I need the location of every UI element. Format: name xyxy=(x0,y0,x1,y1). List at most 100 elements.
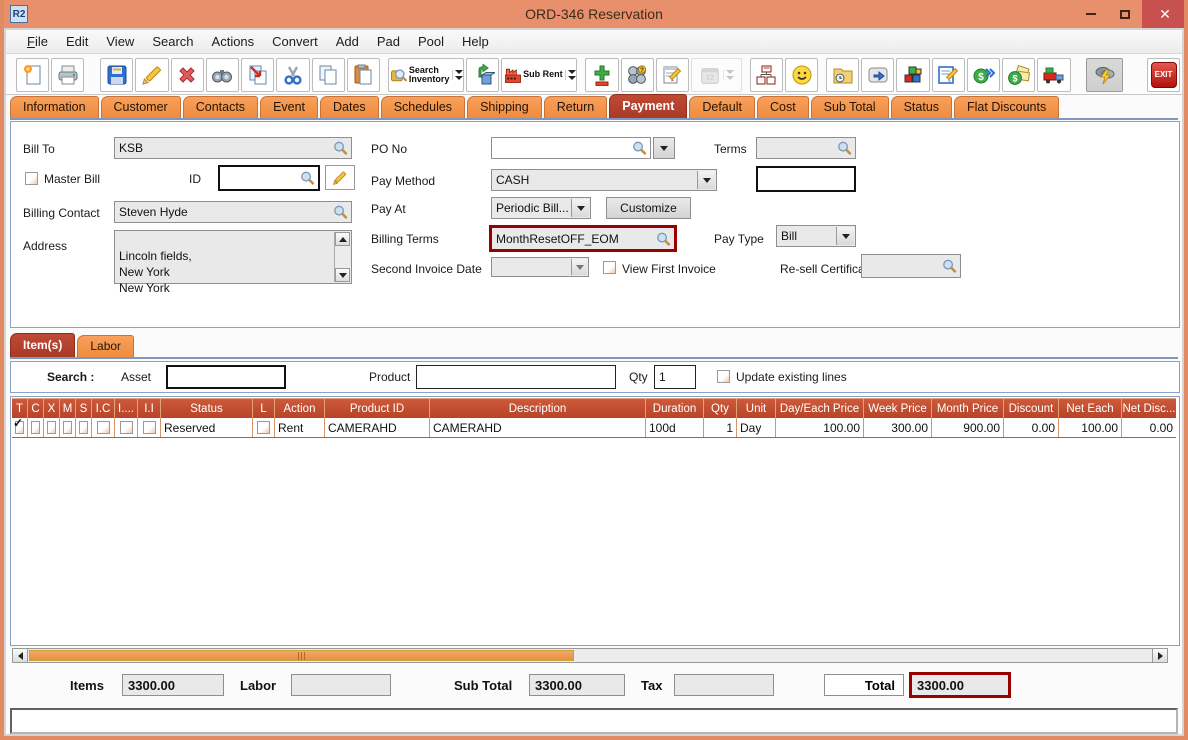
col-day-each-price[interactable]: Day/Each Price xyxy=(776,398,864,418)
col-s[interactable]: S xyxy=(76,398,92,418)
col-ii[interactable]: I.I xyxy=(138,398,161,418)
memo-button[interactable] xyxy=(932,58,965,92)
quick-action-button[interactable] xyxy=(1086,58,1123,92)
menu-pool[interactable]: Pool xyxy=(409,31,453,52)
col-m[interactable]: M xyxy=(60,398,76,418)
terms-field[interactable] xyxy=(756,137,856,159)
billing-contact-search-icon[interactable] xyxy=(333,205,348,220)
col-net-disc[interactable]: Net Disc... xyxy=(1122,398,1176,418)
bill-to-field[interactable]: KSB xyxy=(114,137,352,159)
address-scrollbar[interactable] xyxy=(334,232,350,282)
id-field[interactable] xyxy=(218,165,320,191)
col-month-price[interactable]: Month Price xyxy=(932,398,1004,418)
group-button[interactable]: ? xyxy=(621,58,654,92)
exit-button[interactable]: EXIT xyxy=(1147,58,1180,92)
tab-sub-total[interactable]: Sub Total xyxy=(811,96,889,118)
resell-certificate-field[interactable] xyxy=(861,254,961,278)
row-l-checkbox[interactable] xyxy=(257,421,270,434)
row-x-checkbox[interactable] xyxy=(47,421,56,434)
tab-information[interactable]: Information xyxy=(10,96,99,118)
customize-button[interactable]: Customize xyxy=(606,197,691,219)
row-c-checkbox[interactable] xyxy=(31,421,40,434)
paste-button[interactable] xyxy=(347,58,380,92)
shortcut-key-button[interactable] xyxy=(861,58,894,92)
pay-method-combo[interactable]: CASH xyxy=(491,169,717,191)
org-chart-button[interactable] xyxy=(750,58,783,92)
pay-type-dropdown-icon[interactable] xyxy=(836,227,854,245)
col-unit[interactable]: Unit xyxy=(737,398,776,418)
menu-file[interactable]: File xyxy=(18,31,57,52)
master-bill-checkbox[interactable] xyxy=(25,172,38,185)
table-row[interactable]: Reserved Rent CAMERAHD CAMERAHD 100d 1 D… xyxy=(12,418,1176,438)
smiley-button[interactable] xyxy=(785,58,818,92)
pay-method-dropdown-icon[interactable] xyxy=(697,171,715,189)
qty-field[interactable]: 1 xyxy=(654,365,696,389)
asset-field[interactable] xyxy=(166,365,286,389)
second-invoice-date-dropdown-icon[interactable] xyxy=(571,259,587,275)
col-net-each[interactable]: Net Each xyxy=(1059,398,1122,418)
product-field[interactable] xyxy=(416,365,616,389)
minimize-button[interactable] xyxy=(1074,0,1108,28)
sub-rent-button[interactable]: Sub Rent xyxy=(501,58,577,92)
tab-return[interactable]: Return xyxy=(544,96,608,118)
col-discount[interactable]: Discount xyxy=(1004,398,1059,418)
billing-terms-field[interactable]: MonthResetOFF_EOM xyxy=(489,225,677,252)
resell-certificate-search-icon[interactable] xyxy=(942,259,957,274)
scroll-right-icon[interactable] xyxy=(1152,649,1167,662)
sub-rent-dropdown-icon[interactable] xyxy=(565,70,576,80)
menu-edit[interactable]: Edit xyxy=(57,31,97,52)
convert-button[interactable] xyxy=(466,58,499,92)
save-button[interactable] xyxy=(100,58,133,92)
total-field[interactable]: 3300.00 xyxy=(909,672,1011,698)
col-idots[interactable]: I.... xyxy=(115,398,138,418)
folder-history-button[interactable] xyxy=(826,58,859,92)
tab-cost[interactable]: Cost xyxy=(757,96,809,118)
id-edit-button[interactable] xyxy=(325,165,355,190)
scroll-thumb[interactable] xyxy=(29,650,574,661)
add-remove-button[interactable] xyxy=(585,58,618,92)
search-inventory-dropdown-icon[interactable] xyxy=(452,70,463,80)
col-qty[interactable]: Qty xyxy=(704,398,737,418)
tab-status[interactable]: Status xyxy=(891,96,952,118)
row-t-checkbox[interactable] xyxy=(15,421,24,434)
col-c[interactable]: C xyxy=(28,398,44,418)
bill-to-search-icon[interactable] xyxy=(333,141,348,156)
billing-notes-button[interactable]: $ xyxy=(1002,58,1035,92)
row-ic-checkbox[interactable] xyxy=(97,421,110,434)
pay-at-combo[interactable]: Periodic Bill... xyxy=(491,197,591,219)
menu-pad[interactable]: Pad xyxy=(368,31,409,52)
tab-dates[interactable]: Dates xyxy=(320,96,379,118)
col-action[interactable]: Action xyxy=(275,398,325,418)
transfer-button[interactable] xyxy=(241,58,274,92)
shipping-button[interactable] xyxy=(1037,58,1070,92)
delete-button[interactable] xyxy=(171,58,204,92)
po-no-field[interactable] xyxy=(491,137,651,159)
print-button[interactable] xyxy=(51,58,84,92)
pay-type-combo[interactable]: Bill xyxy=(776,225,856,247)
tab-payment[interactable]: Payment xyxy=(609,94,687,118)
tab-event[interactable]: Event xyxy=(260,96,318,118)
col-product-id[interactable]: Product ID xyxy=(325,398,430,418)
scroll-left-icon[interactable] xyxy=(13,649,28,662)
menu-convert[interactable]: Convert xyxy=(263,31,327,52)
search-inventory-button[interactable]: Search Inventory xyxy=(388,58,464,92)
tab-default[interactable]: Default xyxy=(689,96,755,118)
row-s-checkbox[interactable] xyxy=(79,421,88,434)
update-existing-lines-checkbox[interactable] xyxy=(717,370,730,383)
col-duration[interactable]: Duration xyxy=(646,398,704,418)
edit-button[interactable] xyxy=(135,58,168,92)
terms-search-icon[interactable] xyxy=(837,141,852,156)
second-invoice-date-combo[interactable] xyxy=(491,257,589,277)
menu-add[interactable]: Add xyxy=(327,31,368,52)
menu-help[interactable]: Help xyxy=(453,31,498,52)
maximize-button[interactable] xyxy=(1108,0,1142,28)
po-no-dropdown-button[interactable] xyxy=(653,137,675,159)
col-t[interactable]: T xyxy=(12,398,28,418)
id-search-icon[interactable] xyxy=(300,171,315,186)
menu-view[interactable]: View xyxy=(97,31,143,52)
col-l[interactable]: L xyxy=(253,398,275,418)
notes-button[interactable] xyxy=(656,58,689,92)
col-description[interactable]: Description xyxy=(430,398,646,418)
col-week-price[interactable]: Week Price xyxy=(864,398,932,418)
tab-customer[interactable]: Customer xyxy=(101,96,181,118)
